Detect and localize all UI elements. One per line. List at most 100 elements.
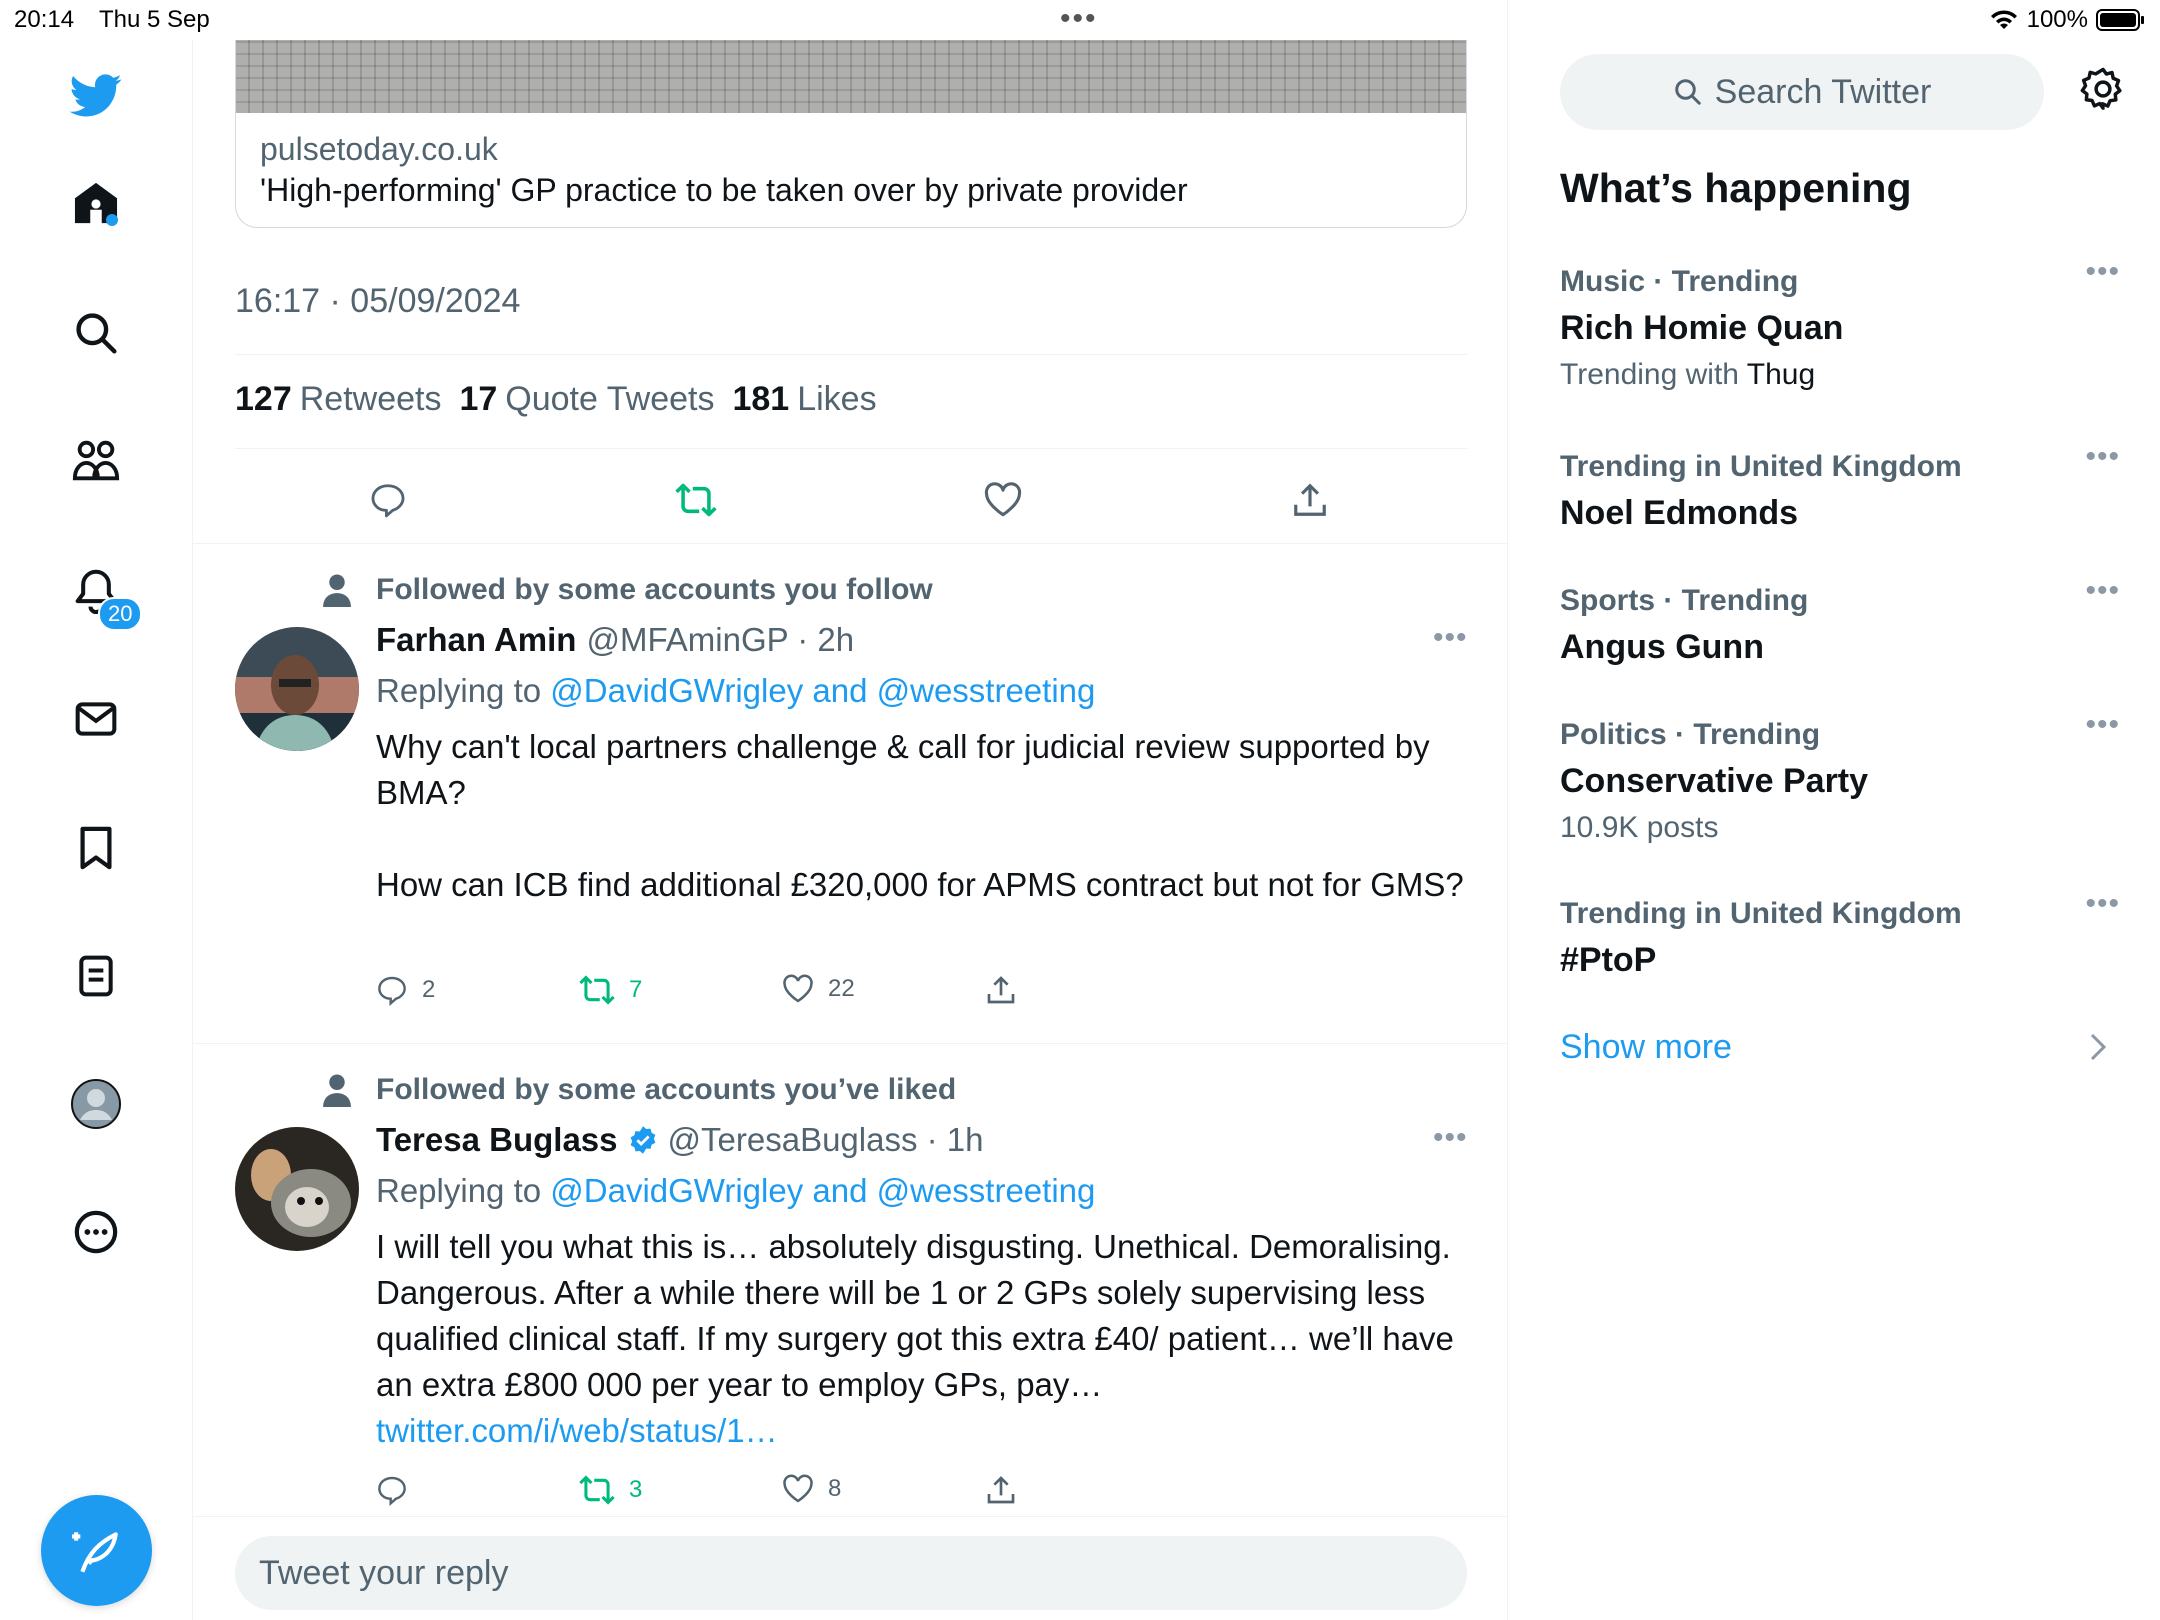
share-button[interactable] [986,1474,1016,1506]
reply-input-placeholder: Tweet your reply [259,1553,509,1592]
replying-to-link[interactable]: @DavidGWrigley and @wesstreeting [550,1172,1095,1209]
author-name[interactable]: Farhan Amin [376,621,576,659]
messages-mail-icon[interactable] [65,688,127,750]
person-icon [323,574,351,607]
tweet-stats: 127 Retweets 17 Quote Tweets 181 Likes [235,380,877,419]
like-count: 22 [828,975,855,1002]
avatar[interactable] [235,1127,359,1251]
reply-button[interactable] [358,470,418,530]
tweet-more-icon[interactable]: ••• [1433,1121,1468,1155]
trend-more-icon[interactable]: ••• [2085,255,2120,289]
trend-more-icon[interactable]: ••• [2085,887,2120,921]
reply-bubble-icon [378,1476,406,1506]
share-upload-icon [1294,483,1326,516]
reply-actions: 2 7 22 [376,974,1076,1014]
replying-to: Replying to @DavidGWrigley and @wesstree… [376,1172,1096,1209]
like-count: 8 [828,1475,842,1502]
tweet-action-bar [193,470,1508,530]
trend-item[interactable]: Trending in United Kingdom #PtoP ••• [1560,887,2120,980]
reply-bubble-icon [371,484,405,518]
trend-item[interactable]: Trending in United Kingdom Noel Edmonds … [1560,440,2120,533]
chevron-right-icon [2090,1033,2107,1061]
show-more-link[interactable]: Show more [1560,1028,1732,1067]
retweet-count: 7 [629,976,643,1003]
whats-happening-heading: What’s happening [1560,165,1912,211]
compose-tweet-button[interactable] [41,1495,152,1606]
search-placeholder: Search Twitter [1714,72,1932,111]
author-line: Farhan Amin @MFAminGP · 2h [376,621,854,659]
share-button[interactable] [986,974,1016,1006]
home-unread-dot [106,214,118,226]
home-icon[interactable] [65,172,127,234]
link-card[interactable]: pulsetoday.co.uk 'High-performing' GP pr… [235,113,1467,228]
retweets-stat[interactable]: 127 Retweets [235,380,441,419]
reply-button[interactable]: 2 [376,974,435,1006]
retweet-icon [579,1475,615,1505]
retweet-button[interactable]: 3 [579,1474,642,1506]
tweet-timestamp[interactable]: 16:17 · 05/09/2024 [235,282,520,321]
right-sidebar: Search Twitter What’s happening Music · … [1508,0,2160,1620]
social-context: Followed by some accounts you’ve liked [376,1073,957,1106]
share-button[interactable] [1280,470,1340,530]
author-handle-time[interactable]: @TeresaBuglass · 1h [668,1121,984,1159]
heart-icon [984,482,1022,517]
trend-item[interactable]: Music · Trending Rich Homie Quan Trendin… [1560,255,2120,392]
like-button[interactable]: 8 [782,1474,841,1504]
profile-avatar-icon[interactable] [65,1073,127,1135]
like-button[interactable] [973,470,1033,530]
search-input[interactable]: Search Twitter [1560,54,2044,130]
retweet-button[interactable]: 7 [579,974,642,1006]
link-card-image[interactable] [235,40,1467,113]
author-handle-time[interactable]: @MFAminGP · 2h [586,621,854,659]
divider [235,354,1467,355]
link-card-domain: pulsetoday.co.uk [260,131,498,167]
settings-gear-icon[interactable] [2080,66,2126,117]
status-time: 20:14 [14,6,75,33]
trend-item[interactable]: Sports · Trending Angus Gunn ••• [1560,574,2120,667]
link-card-title: 'High-performing' GP practice to be take… [260,172,1188,208]
compose-feather-icon [71,1531,118,1573]
heart-icon [783,1474,813,1503]
communities-icon[interactable] [65,430,127,492]
reply-count: 2 [422,976,436,1003]
notification-count-badge: 20 [98,597,143,631]
search-icon [1674,79,1701,105]
retweet-icon [579,975,615,1005]
reply-button[interactable] [376,1474,408,1506]
heart-icon [783,974,813,1003]
trend-more-icon[interactable]: ••• [2085,708,2120,742]
tweet-text: Why can't local partners challenge & cal… [376,728,1464,903]
quote-tweets-stat[interactable]: 17 Quote Tweets [459,380,714,419]
lists-icon[interactable] [65,945,127,1007]
tweet-more-icon[interactable]: ••• [1433,621,1468,655]
verified-badge-icon [630,1126,655,1154]
tweet-text: I will tell you what this is… absolutely… [376,1224,1466,1454]
reply-tweet[interactable]: Followed by some accounts you follow Far… [193,543,1508,1043]
retweet-icon [675,483,717,517]
bookmarks-icon[interactable] [65,817,127,879]
reply-actions: 3 8 [376,1474,1076,1514]
social-context: Followed by some accounts you follow [376,573,933,606]
share-upload-icon [987,976,1015,1004]
replying-to-link[interactable]: @DavidGWrigley and @wesstreeting [550,672,1095,709]
like-button[interactable]: 22 [782,974,855,1004]
reply-tweet[interactable]: Followed by some accounts you’ve liked T… [193,1043,1508,1523]
more-options-icon[interactable] [65,1201,127,1263]
replying-to: Replying to @DavidGWrigley and @wesstree… [376,672,1096,709]
left-nav: 20 [0,40,193,1620]
retweet-button[interactable] [666,470,726,530]
tweet-link[interactable]: twitter.com/i/web/status/1… [376,1408,1466,1454]
author-line: Teresa Buglass @TeresaBuglass · 1h [376,1121,984,1159]
reply-input[interactable]: Tweet your reply [235,1536,1467,1610]
explore-search-icon[interactable] [65,302,127,364]
twitter-logo-icon[interactable] [65,65,127,127]
reply-bubble-icon [378,976,406,1006]
divider [235,448,1467,449]
likes-stat[interactable]: 181 Likes [732,380,876,419]
author-name[interactable]: Teresa Buglass [376,1121,618,1159]
retweet-count: 3 [629,1476,643,1503]
trend-item[interactable]: Politics · Trending Conservative Party 1… [1560,708,2120,845]
trend-more-icon[interactable]: ••• [2085,574,2120,608]
avatar[interactable] [235,627,359,751]
trend-more-icon[interactable]: ••• [2085,440,2120,474]
